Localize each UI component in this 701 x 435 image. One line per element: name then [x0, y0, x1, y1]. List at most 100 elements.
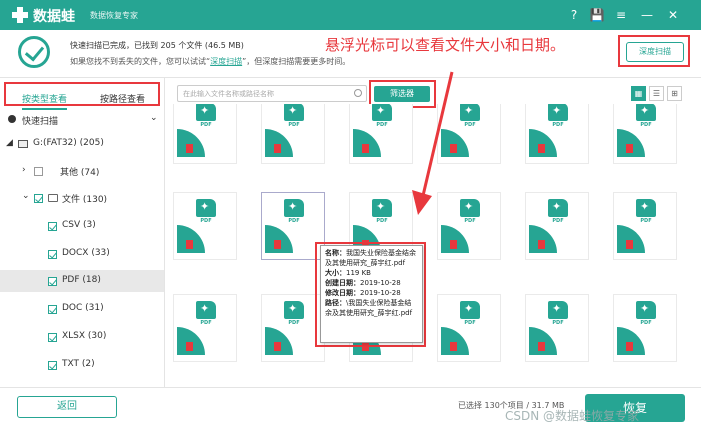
pdf-label: PDF — [552, 218, 564, 224]
deep-scan-button[interactable]: 深度扫描 — [626, 42, 684, 62]
file-info-tooltip: 名称：我国失业保险基金结余及其使用研究_薛宇红.pdf 大小：119 KB 创建… — [320, 245, 423, 343]
tree-other[interactable]: › 其他 (74) — [0, 160, 164, 182]
doc-checkbox[interactable] — [48, 305, 57, 314]
file-thumbnail[interactable]: PDF — [173, 192, 237, 260]
pdf-icon: PDF — [196, 199, 216, 225]
app-logo-icon — [10, 5, 30, 25]
chevron-down-icon[interactable]: ⌄ — [150, 113, 158, 123]
minimize-icon[interactable]: — — [638, 6, 656, 24]
file-tile[interactable]: PDF我国工资...pdf — [522, 192, 592, 282]
pdf-icon: PDF — [372, 104, 392, 129]
txt-checkbox[interactable] — [48, 361, 57, 370]
pdf-icon: PDF — [284, 199, 304, 225]
grid-view-icon[interactable]: ▦ — [631, 86, 646, 101]
tree-drive[interactable]: ◢ G:(FAT32) (205) — [0, 133, 164, 155]
tree-quick-scan[interactable]: 快速扫描 ⌄ — [0, 109, 164, 131]
tree-type-csv[interactable]: CSV (3) — [0, 215, 164, 237]
preview-mark — [450, 240, 457, 249]
tab-by-path[interactable]: 按路径查看 — [100, 92, 145, 105]
tree-type-doc[interactable]: DOC (31) — [0, 298, 164, 320]
hint-prefix: 如果您找不到丢失的文件，您可以试试“ — [70, 57, 211, 66]
pdf-icon: PDF — [636, 199, 656, 225]
type-label: XLSX (30) — [62, 331, 107, 341]
file-thumbnail[interactable]: PDF — [525, 192, 589, 260]
pdf-label: PDF — [552, 320, 564, 326]
tooltip-size: 大小：119 KB — [325, 269, 371, 277]
file-tile[interactable]: PDF地区间工...pdf — [610, 192, 680, 282]
tooltip-created: 创建日期：2019-10-28 — [325, 279, 401, 287]
file-thumbnail[interactable]: PDF — [613, 104, 677, 164]
file-tile[interactable]: PDF改革开放...pdf — [522, 104, 592, 186]
file-thumbnail[interactable]: PDF — [437, 294, 501, 362]
file-tile[interactable]: PDF基于可视...pdf — [610, 104, 680, 186]
title-bar: 数据蛙 数据恢复专家 ? 💾 ≡ — ✕ — [0, 0, 701, 30]
collapse-arrow-icon[interactable]: ⌄ — [22, 191, 30, 201]
file-tile[interactable]: PDF_#Q#]-~1.PDF — [170, 104, 240, 186]
annotation-text: 悬浮光标可以查看文件大小和日期。 — [325, 36, 566, 54]
list-view-icon[interactable]: ☰ — [649, 86, 664, 101]
pdf-label: PDF — [200, 320, 212, 326]
expand-arrow-icon[interactable]: › — [22, 165, 26, 175]
tree-files[interactable]: ⌄ 文件 (130) — [0, 187, 164, 209]
file-tile[interactable]: PDF就业机会...pdf — [170, 192, 240, 282]
pdf-icon: PDF — [636, 301, 656, 327]
file-thumbnail[interactable]: PDF — [173, 104, 237, 164]
detail-view-icon[interactable]: ⊞ — [667, 86, 682, 101]
type-label: CSV (3) — [62, 220, 96, 230]
tree-type-xlsx[interactable]: XLSX (30) — [0, 326, 164, 348]
type-label: DOC (31) — [62, 303, 104, 313]
pdf-icon: PDF — [460, 199, 480, 225]
search-input[interactable]: 在此输入文件名称或路径名称 — [177, 85, 367, 102]
close-icon[interactable]: ✕ — [664, 6, 682, 24]
deep-scan-link[interactable]: 深度扫描 — [210, 57, 242, 66]
files-checkbox[interactable] — [34, 194, 43, 203]
watermark: CSDN @数据蛙恢复专家 — [505, 409, 640, 423]
other-checkbox[interactable] — [34, 167, 43, 176]
file-tile[interactable]: PDF税务征收...pdf — [434, 294, 504, 384]
file-tile[interactable]: PDF我国税收...pdf — [522, 294, 592, 384]
tree-type-docx[interactable]: DOCX (33) — [0, 243, 164, 265]
preview-mark — [274, 240, 281, 249]
folder-icon — [48, 194, 58, 202]
file-tile[interactable]: PDF共享经济...pdf — [258, 104, 328, 186]
tree-type-pdf[interactable]: PDF (18) — [0, 270, 164, 292]
pdf-icon: PDF — [548, 199, 568, 225]
quick-scan-label: 快速扫描 — [22, 117, 59, 127]
file-thumbnail[interactable]: PDF — [613, 192, 677, 260]
save-icon[interactable]: 💾 — [588, 6, 606, 24]
preview-mark — [538, 144, 545, 153]
preview-mark — [626, 144, 633, 153]
preview-mark — [450, 342, 457, 351]
pdf-icon: PDF — [284, 104, 304, 129]
pdf-label: PDF — [464, 320, 476, 326]
file-thumbnail[interactable]: PDF — [613, 294, 677, 362]
tab-by-type[interactable]: 按类型查看 — [22, 92, 68, 110]
file-thumbnail[interactable]: PDF — [173, 294, 237, 362]
file-thumbnail[interactable]: PDF — [525, 104, 589, 164]
search-icon[interactable] — [354, 89, 362, 97]
back-button[interactable]: 返回 — [17, 396, 117, 418]
files-label: 文件 (130) — [62, 195, 108, 205]
pdf-label: PDF — [640, 122, 652, 128]
docx-checkbox[interactable] — [48, 250, 57, 259]
preview-mark — [186, 342, 193, 351]
menu-icon[interactable]: ≡ — [612, 6, 630, 24]
csv-checkbox[interactable] — [48, 222, 57, 231]
pdf-label: PDF — [288, 218, 300, 224]
help-icon[interactable]: ? — [565, 6, 583, 24]
pdf-checkbox[interactable] — [48, 277, 57, 286]
file-thumbnail[interactable]: PDF — [525, 294, 589, 362]
tree-type-txt[interactable]: TXT (2) — [0, 354, 164, 376]
other-label: 其他 (74) — [60, 168, 100, 178]
pdf-icon: PDF — [548, 301, 568, 327]
file-tile[interactable]: PDF国家统计...pdf — [610, 294, 680, 384]
pdf-label: PDF — [552, 122, 564, 128]
xlsx-checkbox[interactable] — [48, 333, 57, 342]
pdf-icon: PDF — [460, 301, 480, 327]
file-thumbnail[interactable]: PDF — [261, 104, 325, 164]
expand-arrow-icon[interactable]: ◢ — [6, 138, 13, 148]
pdf-label: PDF — [200, 122, 212, 128]
preview-mark — [362, 144, 369, 153]
app-subtitle: 数据恢复专家 — [90, 11, 138, 20]
file-tile[interactable]: PDF经过劳动...pdf — [170, 294, 240, 384]
